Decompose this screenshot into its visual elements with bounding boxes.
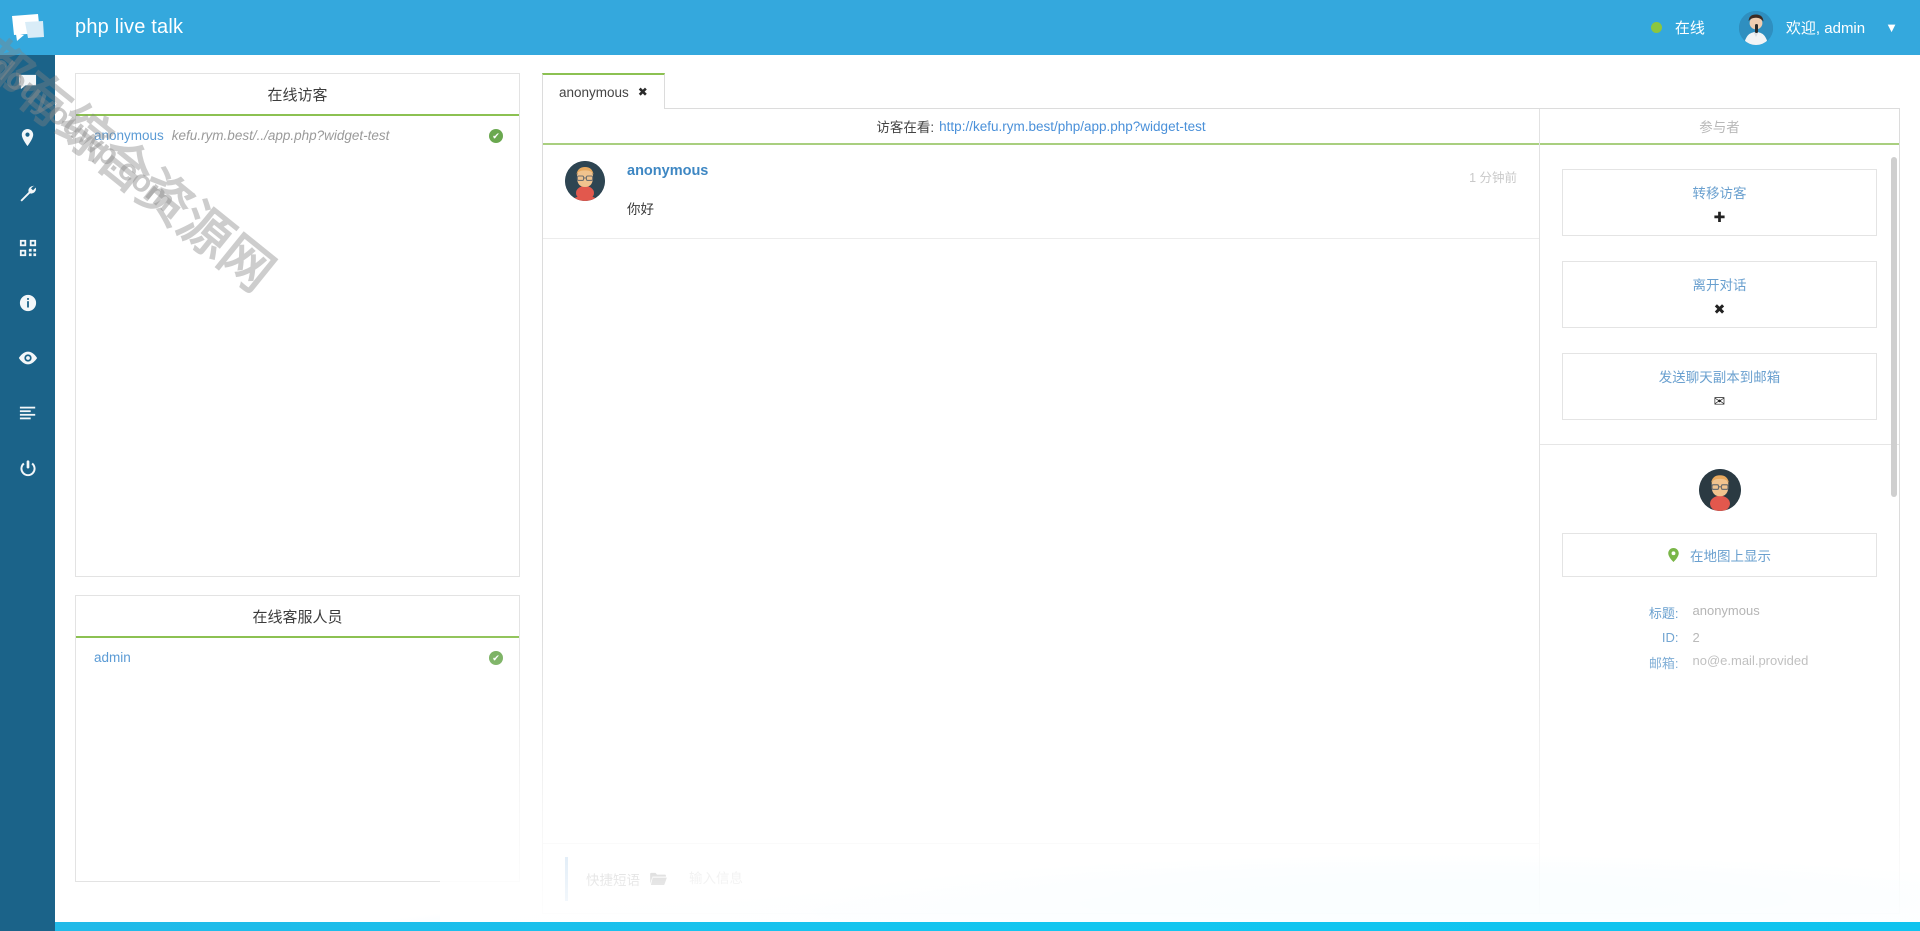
close-icon[interactable]: ✖ bbox=[638, 85, 648, 99]
online-visitors-title: 在线访客 bbox=[76, 74, 519, 116]
email-transcript-button[interactable]: 发送聊天副本到邮箱 ✉ bbox=[1562, 353, 1877, 420]
chat-main: 访客在看: http://kefu.rym.best/php/app.php?w… bbox=[543, 109, 1539, 913]
app-root: php live talk 在线 欢迎, admin ▼ 在线访客 anonym… bbox=[0, 0, 1920, 931]
status-online-dot-icon bbox=[1650, 22, 1662, 33]
sidebar-item-info[interactable] bbox=[0, 275, 55, 330]
transfer-visitor-label: 转移访客 bbox=[1692, 186, 1747, 201]
online-operators-list: admin ✔ bbox=[76, 638, 519, 881]
message-composer: 快捷短语 bbox=[543, 843, 1539, 913]
leave-chat-label: 离开对话 bbox=[1692, 278, 1747, 293]
visitor-url: kefu.rym.best/../app.php?widget-test bbox=[171, 128, 390, 143]
sidebar-item-location[interactable] bbox=[0, 110, 55, 165]
operator-name: admin bbox=[94, 650, 131, 665]
left-icon-rail bbox=[0, 55, 55, 931]
close-x-icon: ✖ bbox=[1713, 301, 1726, 317]
sidebar-item-logs[interactable] bbox=[0, 385, 55, 440]
main-canvas: 在线访客 anonymous kefu.rym.best/../app.php?… bbox=[55, 55, 1920, 931]
chat-side-panel: 参与者 转移访客 ✚ 离开对话 ✖ 发送聊天副本到邮箱 ✉ 在地图上显示 标题:… bbox=[1539, 109, 1899, 913]
status-online-check-icon: ✔ bbox=[489, 650, 503, 665]
side-actions: 转移访客 ✚ 离开对话 ✖ 发送聊天副本到邮箱 ✉ bbox=[1540, 145, 1899, 444]
tab-anonymous[interactable]: anonymous ✖ bbox=[542, 73, 665, 109]
list-item[interactable]: anonymous kefu.rym.best/../app.php?widge… bbox=[76, 116, 519, 155]
visitor-profile: 在地图上显示 标题: anonymous ID: 2 邮箱: no@e.mail… bbox=[1540, 445, 1899, 690]
plus-icon: ✚ bbox=[1713, 209, 1726, 225]
participants-title: 参与者 bbox=[1540, 109, 1899, 145]
list-item[interactable]: admin ✔ bbox=[76, 638, 519, 677]
profile-field-row: 邮箱: no@e.mail.provided bbox=[1562, 653, 1877, 672]
profile-field-value: no@e.mail.provided bbox=[1692, 653, 1809, 668]
profile-field-key: 邮箱: bbox=[1648, 656, 1679, 671]
transfer-visitor-button[interactable]: 转移访客 ✚ bbox=[1562, 169, 1877, 236]
online-operators-title: 在线客服人员 bbox=[76, 596, 519, 638]
page-title: php live talk bbox=[75, 16, 184, 38]
sidebar-item-chat[interactable] bbox=[0, 55, 55, 110]
map-pin-icon bbox=[1668, 548, 1679, 562]
sidebar-item-settings[interactable] bbox=[0, 165, 55, 220]
message-text: 你好 bbox=[627, 202, 654, 217]
live-chat-logo-icon[interactable] bbox=[0, 0, 55, 55]
online-visitors-panel: 在线访客 anonymous kefu.rym.best/../app.php?… bbox=[75, 73, 520, 577]
chat-tabstrip: anonymous ✖ bbox=[542, 73, 1900, 109]
profile-field-key: 标题: bbox=[1648, 606, 1679, 621]
email-transcript-label: 发送聊天副本到邮箱 bbox=[1658, 370, 1781, 385]
profile-field-row: ID: 2 bbox=[1562, 630, 1877, 645]
visitor-viewing-bar: 访客在看: http://kefu.rym.best/php/app.php?w… bbox=[543, 109, 1539, 145]
avatar[interactable] bbox=[1738, 10, 1773, 45]
message-timestamp: 1 分钟前 bbox=[1469, 171, 1517, 185]
show-on-map-label: 在地图上显示 bbox=[1690, 549, 1771, 564]
sidebar-item-logout[interactable] bbox=[0, 440, 55, 495]
top-header-bar: php live talk 在线 欢迎, admin ▼ bbox=[0, 0, 1920, 55]
profile-field-value: 2 bbox=[1692, 630, 1700, 645]
envelope-icon: ✉ bbox=[1713, 393, 1726, 409]
sidebar-item-qrcode[interactable] bbox=[0, 220, 55, 275]
viewing-label: 访客在看: bbox=[876, 120, 935, 135]
bottom-accent-bar bbox=[0, 922, 1920, 931]
folder-icon[interactable] bbox=[650, 872, 667, 885]
left-column: 在线访客 anonymous kefu.rym.best/../app.php?… bbox=[75, 73, 520, 882]
status-badge[interactable]: 在线 bbox=[1675, 17, 1705, 38]
message-input[interactable] bbox=[689, 871, 1517, 886]
online-operators-panel: 在线客服人员 admin ✔ bbox=[75, 595, 520, 882]
visitor-nickname: anonymous bbox=[94, 128, 164, 143]
message-row: anonymous 你好 1 分钟前 bbox=[543, 145, 1539, 239]
panel-spacer bbox=[75, 577, 520, 595]
online-visitors-list: anonymous kefu.rym.best/../app.php?widge… bbox=[76, 116, 519, 576]
quick-phrases-label[interactable]: 快捷短语 bbox=[586, 869, 640, 889]
viewing-url-link[interactable]: http://kefu.rym.best/php/app.php?widget-… bbox=[939, 119, 1205, 134]
welcome-label: 欢迎, admin bbox=[1785, 20, 1866, 37]
chevron-down-icon[interactable]: ▼ bbox=[1885, 21, 1898, 34]
message-list: anonymous 你好 1 分钟前 bbox=[543, 145, 1539, 843]
sidebar-item-monitor[interactable] bbox=[0, 330, 55, 385]
visitor-avatar-icon bbox=[1698, 469, 1741, 511]
profile-field-key: ID: bbox=[1661, 630, 1679, 645]
tab-label: anonymous bbox=[559, 84, 629, 100]
profile-field-value: anonymous bbox=[1692, 603, 1760, 618]
chat-column: anonymous ✖ 访客在看: http://kefu.rym.best/p… bbox=[542, 73, 1900, 914]
chat-shell: 访客在看: http://kefu.rym.best/php/app.php?w… bbox=[542, 108, 1900, 914]
side-panel-scrollbar[interactable] bbox=[1891, 157, 1897, 497]
show-on-map-button[interactable]: 在地图上显示 bbox=[1562, 533, 1877, 577]
visitor-avatar-icon bbox=[565, 161, 605, 201]
status-online-check-icon: ✔ bbox=[489, 128, 503, 143]
message-author: anonymous bbox=[627, 163, 709, 179]
header-right-cluster: 在线 欢迎, admin ▼ bbox=[1650, 0, 1920, 55]
leave-chat-button[interactable]: 离开对话 ✖ bbox=[1562, 261, 1877, 328]
profile-field-row: 标题: anonymous bbox=[1562, 603, 1877, 622]
